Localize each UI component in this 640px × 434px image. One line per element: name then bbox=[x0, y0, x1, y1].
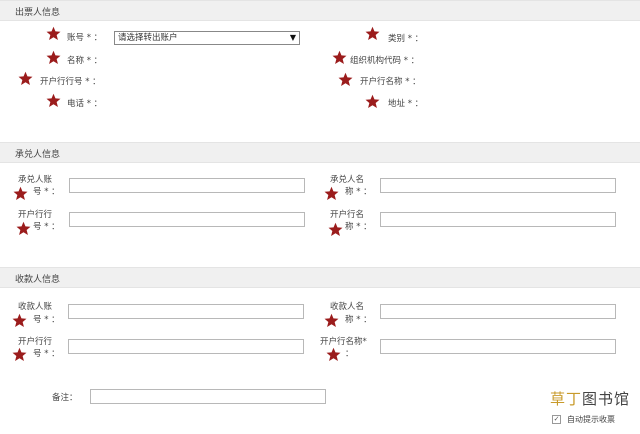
acceptor-name-label-cont: 称 * ： bbox=[345, 187, 372, 197]
required-star-icon bbox=[16, 221, 31, 236]
payee-name-label: 收款人名 bbox=[330, 302, 365, 312]
acceptor-bank-no-input[interactable] bbox=[69, 212, 305, 227]
remark-label: 备注： bbox=[52, 393, 78, 403]
payee-section-header: 收款人信息 bbox=[0, 267, 640, 288]
acceptor-section-header: 承兑人信息 bbox=[0, 142, 640, 163]
drawer-org-code-label: 组织机构代码 * ： bbox=[350, 56, 420, 66]
acceptor-bank-no-label-cont: 号 * ： bbox=[33, 222, 60, 232]
dropdown-arrow-icon: ▼ bbox=[289, 33, 296, 42]
payee-bank-name-input[interactable] bbox=[380, 339, 616, 354]
drawer-bank-no-label: 开户行行号 * ： bbox=[40, 77, 101, 87]
auto-prompt-checkbox[interactable]: ✓ bbox=[552, 415, 561, 424]
required-star-icon bbox=[12, 313, 27, 328]
payee-name-input[interactable] bbox=[380, 304, 616, 319]
required-star-icon bbox=[324, 186, 339, 201]
required-star-icon bbox=[46, 93, 61, 108]
drawer-address-label: 地址 * ： bbox=[388, 99, 424, 109]
drawer-account-select[interactable]: 请选择转出账户 ▼ bbox=[114, 31, 300, 45]
payee-section-title: 收款人信息 bbox=[15, 275, 61, 285]
payee-name-label-cont: 称 * ： bbox=[345, 315, 372, 325]
required-star-icon bbox=[46, 26, 61, 41]
required-star-icon bbox=[18, 71, 33, 86]
payee-bank-no-input[interactable] bbox=[68, 339, 304, 354]
drawer-category-label: 类别 * ： bbox=[388, 34, 424, 44]
required-star-icon bbox=[326, 347, 341, 362]
auto-prompt-label: 自动提示收票 bbox=[567, 415, 615, 424]
acceptor-account-label-cont: 号 * ： bbox=[33, 187, 60, 197]
acceptor-bank-no-label: 开户行行 bbox=[18, 210, 53, 220]
acceptor-section-title: 承兑人信息 bbox=[15, 150, 61, 160]
drawer-account-label: 账号 * ： bbox=[67, 33, 103, 43]
payee-account-input[interactable] bbox=[68, 304, 304, 319]
required-star-icon bbox=[338, 72, 353, 87]
required-star-icon bbox=[12, 347, 27, 362]
acceptor-account-label: 承兑人账 bbox=[18, 175, 53, 185]
acceptor-bank-name-label: 开户行名 bbox=[330, 210, 365, 220]
required-star-icon bbox=[365, 94, 380, 109]
drawer-phone-label: 电话 * ： bbox=[67, 99, 103, 109]
payee-account-label: 收款人账 bbox=[18, 302, 53, 312]
acceptor-name-input[interactable] bbox=[380, 178, 616, 193]
drawer-section-header: 出票人信息 bbox=[0, 0, 640, 21]
acceptor-bank-name-input[interactable] bbox=[380, 212, 616, 227]
drawer-section-title: 出票人信息 bbox=[15, 8, 61, 18]
acceptor-account-input[interactable] bbox=[69, 178, 305, 193]
payee-account-label-cont: 号 * ： bbox=[33, 315, 60, 325]
acceptor-bank-name-label-cont: 称 * ： bbox=[345, 222, 372, 232]
required-star-icon bbox=[46, 50, 61, 65]
drawer-bank-name-label: 开户行名称 * ： bbox=[360, 77, 421, 87]
payee-bank-no-label-cont: 号 * ： bbox=[33, 349, 60, 359]
acceptor-name-label: 承兑人名 bbox=[330, 175, 365, 185]
required-star-icon bbox=[324, 313, 339, 328]
required-star-icon bbox=[328, 222, 343, 237]
drawer-name-label: 名称 * ： bbox=[67, 56, 103, 66]
required-star-icon bbox=[365, 26, 380, 41]
remark-input[interactable] bbox=[90, 389, 326, 404]
payee-bank-name-colon: ： bbox=[345, 349, 354, 359]
watermark: 草丁图书馆 bbox=[549, 390, 630, 408]
required-star-icon bbox=[332, 50, 347, 65]
required-star-icon bbox=[13, 186, 28, 201]
